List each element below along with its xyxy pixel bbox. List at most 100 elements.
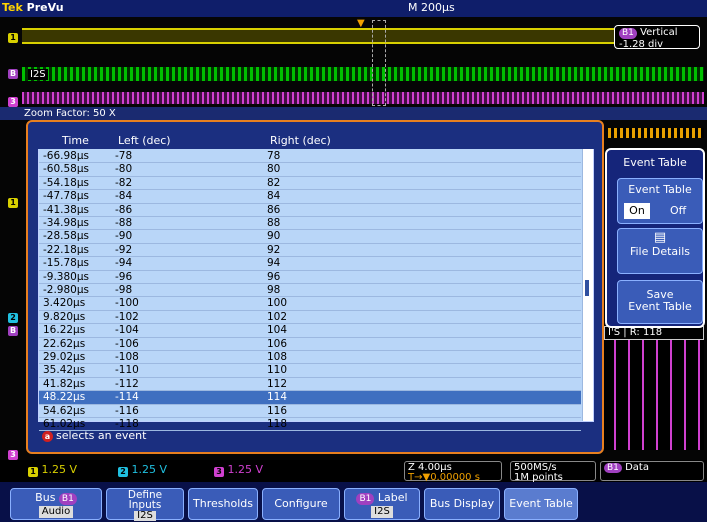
cell-left: -108 (115, 351, 139, 363)
cell-right: 110 (267, 364, 288, 377)
ch1-zoom-marker-icon[interactable]: 1 (8, 198, 18, 208)
cell-time: -47.78µs (43, 190, 89, 203)
table-row[interactable]: 41.82µs -112 112 (39, 377, 581, 392)
cell-left: -90 (115, 230, 133, 243)
ch1-status[interactable]: 1 1.25 V (28, 462, 77, 478)
bus-display-button[interactable]: Bus Display (424, 488, 500, 520)
table-row[interactable]: -47.78µs -84 84 (39, 190, 581, 204)
table-row[interactable]: -41.38µs -86 86 (39, 204, 581, 217)
ch1-marker-icon[interactable]: 1 (8, 33, 18, 43)
cell-time: -54.18µs (43, 176, 89, 189)
zoom-ch3-trace (600, 340, 704, 450)
table-row[interactable]: 29.02µs -108 108 (39, 351, 581, 365)
cell-right: 98 (267, 284, 281, 296)
thresholds-button[interactable]: Thresholds (188, 488, 258, 520)
cell-right: 90 (267, 230, 281, 243)
thresholds-label: Thresholds (193, 497, 253, 510)
cell-time: -34.98µs (43, 217, 89, 229)
table-row[interactable]: -9.380µs -96 96 (39, 271, 581, 284)
ch2-status-icon: 2 (118, 467, 128, 477)
cell-left: -112 (115, 377, 139, 390)
table-row[interactable]: 48.22µs -114 114 (39, 391, 581, 405)
bus-menu-label: Bus (35, 491, 56, 504)
cell-right: 82 (267, 176, 281, 189)
define-inputs-button[interactable]: Define Inputs I2S (106, 488, 184, 521)
zoom-bus-trace (608, 128, 704, 138)
decode-label-1: I'S (608, 327, 621, 338)
column-right: Right (dec) (270, 134, 331, 147)
configure-button[interactable]: Configure (262, 488, 340, 520)
zoom-decode-labels: I'S | R: 118 (604, 326, 704, 340)
zoom-window[interactable] (372, 20, 386, 106)
save-event-table-button[interactable]: Save Event Table (617, 280, 703, 324)
brand-label: Tek PreVu (2, 1, 64, 14)
trigger-position-icon: ▼ (357, 18, 365, 29)
file-icon: ▤ (653, 230, 667, 245)
ch3-zoom-marker-icon[interactable]: 3 (8, 450, 18, 460)
event-table-button[interactable]: Event Table (504, 488, 578, 520)
ch3-marker-icon[interactable]: 3 (8, 97, 18, 107)
table-row[interactable]: -2.980µs -98 98 (39, 284, 581, 298)
acq-mode: PreVu (26, 1, 64, 14)
cell-time: 54.62µs (43, 404, 86, 417)
toggle-label: Event Table (628, 183, 692, 196)
table-row[interactable]: 16.22µs -104 104 (39, 324, 581, 338)
file-details-button[interactable]: ▤ File Details (617, 228, 703, 274)
cell-time: -2.980µs (43, 284, 89, 296)
table-row[interactable]: 35.42µs -110 110 (39, 364, 581, 378)
table-row[interactable]: 3.420µs -100 100 (39, 297, 581, 311)
channel-status-bar: 1 1.25 V 2 1.25 V 3 1.25 V Z 4.00µs T→▼0.… (0, 460, 707, 483)
scrollbar-thumb[interactable] (585, 280, 589, 296)
configure-label: Configure (274, 497, 328, 510)
vertical-value: -1.28 div (619, 39, 664, 50)
timebase-readout: M 200µs (408, 1, 455, 14)
cell-time: -22.18µs (43, 243, 89, 256)
table-row[interactable]: 54.62µs -116 116 (39, 405, 581, 418)
ch2-marker-icon[interactable]: 2 (8, 313, 18, 323)
ch1-trace (22, 28, 614, 44)
cell-time: 3.420µs (43, 297, 86, 310)
cell-time: 41.82µs (43, 377, 86, 390)
bus-zoom-marker-icon[interactable]: B (8, 326, 18, 336)
cell-left: -98 (115, 284, 133, 296)
bus-menu-button[interactable]: Bus B1 Audio (10, 488, 102, 520)
cell-left: -94 (115, 257, 133, 270)
label-badge: B1 (356, 493, 375, 505)
ch3-trace (22, 92, 704, 104)
cell-right: 114 (267, 391, 288, 404)
cell-right: 96 (267, 270, 281, 283)
ch3-status[interactable]: 3 1.25 V (214, 462, 263, 478)
bus-marker-icon[interactable]: B (8, 69, 18, 79)
off-option[interactable]: Off (670, 203, 686, 219)
table-row[interactable]: 9.820µs -102 102 (39, 310, 581, 325)
cell-left: -102 (115, 310, 139, 323)
table-row[interactable]: -28.58µs -90 90 (39, 230, 581, 244)
cell-time: -9.380µs (43, 270, 89, 283)
vertical-label: Vertical (640, 27, 678, 38)
cell-right: 108 (267, 351, 288, 363)
ch3-status-icon: 3 (214, 467, 224, 477)
label-button[interactable]: B1 Label I2S (344, 488, 420, 520)
table-row[interactable]: -60.58µs -80 80 (39, 163, 581, 177)
ch2-status[interactable]: 2 1.25 V (118, 462, 167, 478)
cell-right: 86 (267, 203, 281, 216)
cell-left: -104 (115, 324, 139, 337)
vertical-readout: B1 Vertical -1.28 div (614, 25, 700, 50)
table-row[interactable]: -22.18µs -92 92 (39, 243, 581, 258)
vertical-badge: B1 (619, 28, 637, 39)
table-row[interactable]: -66.98µs -78 78 (39, 150, 581, 164)
cell-right: 84 (267, 190, 281, 203)
table-row[interactable]: -54.18µs -82 82 (39, 176, 581, 191)
table-row[interactable]: -34.98µs -88 88 (39, 217, 581, 231)
cell-left: -86 (115, 203, 133, 216)
bus-decode-label: I2S (28, 69, 48, 80)
cell-time: -60.58µs (43, 163, 89, 176)
cell-left: -80 (115, 163, 133, 176)
define-sub: I2S (134, 511, 156, 521)
tek-logo: Tek (2, 1, 23, 14)
file-details-label: File Details (629, 245, 691, 258)
on-option[interactable]: On (624, 203, 650, 219)
table-row[interactable]: 22.62µs -106 106 (39, 338, 581, 351)
ch3-scale: 1.25 V (227, 463, 264, 476)
table-row[interactable]: -15.78µs -94 94 (39, 257, 581, 271)
